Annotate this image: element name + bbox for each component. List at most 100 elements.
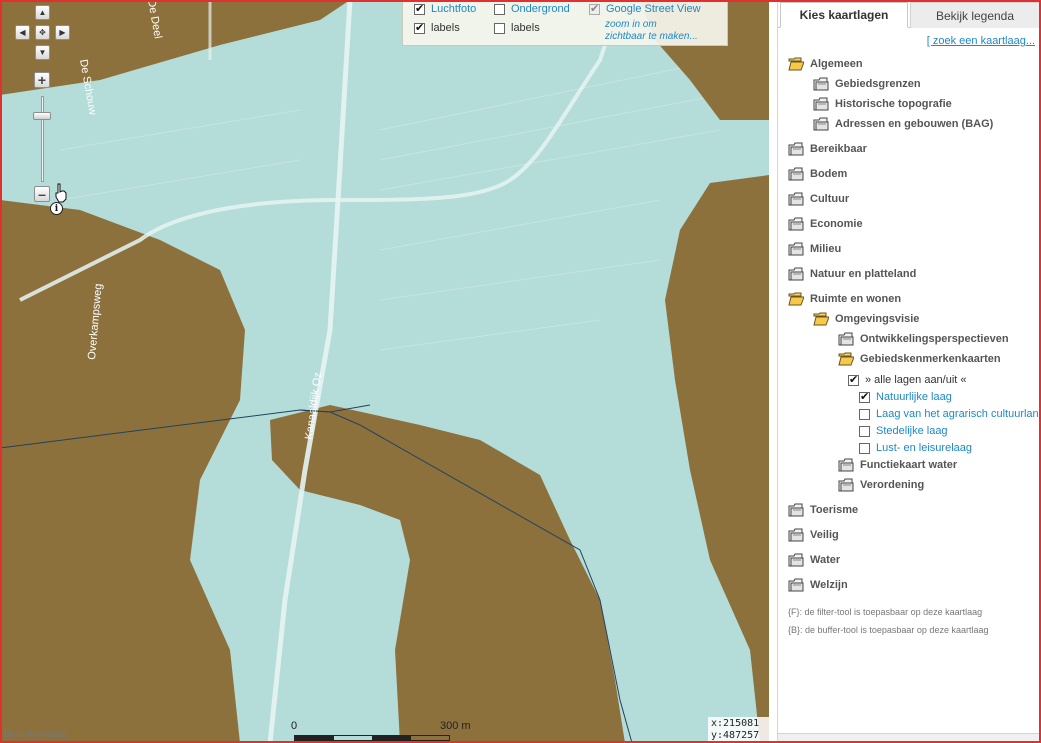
folder-icon[interactable] bbox=[813, 77, 829, 91]
pan-left-button[interactable]: ◀ bbox=[15, 25, 30, 40]
map-canvas[interactable]: De Schouw De Deel Overkampsweg Kanaaldij… bbox=[0, 0, 769, 743]
luchtfoto-toggle[interactable]: Luchtfoto bbox=[414, 2, 476, 15]
tree-item-label[interactable]: Algemeen bbox=[810, 58, 863, 70]
ondergrond-toggle[interactable]: Ondergrond bbox=[494, 3, 570, 15]
sublayer-lust-checkbox[interactable] bbox=[859, 442, 870, 454]
folder-icon[interactable] bbox=[788, 192, 804, 206]
tree-item-label[interactable]: Welzijn bbox=[810, 579, 848, 591]
tree-item-label[interactable]: Economie bbox=[810, 218, 863, 230]
tree-item-label[interactable]: Adressen en gebouwen (BAG) bbox=[835, 118, 993, 130]
sublayer-natuurlijke-label[interactable]: Natuurlijke laag bbox=[876, 391, 952, 403]
tree-item-functiekaart[interactable]: Functiekaart water bbox=[838, 458, 957, 472]
tree-item-label[interactable]: Verordening bbox=[860, 479, 924, 491]
zoom-in-button[interactable]: + bbox=[34, 72, 50, 88]
labels1-label[interactable]: labels bbox=[431, 22, 460, 34]
tree-item-label[interactable]: Natuur en platteland bbox=[810, 268, 916, 280]
labels1-checkbox[interactable] bbox=[414, 21, 425, 34]
tree-item-label[interactable]: Gebiedsgrenzen bbox=[835, 78, 921, 90]
ondergrond-checkbox[interactable] bbox=[494, 3, 505, 15]
tree-item-label[interactable]: Historische topografie bbox=[835, 98, 952, 110]
tree-item-water[interactable]: Water bbox=[788, 553, 840, 567]
labels2-toggle[interactable]: labels bbox=[494, 22, 540, 34]
tree-item-natuur[interactable]: Natuur en platteland bbox=[788, 267, 916, 281]
tree-item-label[interactable]: Veilig bbox=[810, 529, 839, 541]
labels1-toggle[interactable]: labels bbox=[414, 21, 460, 34]
sublayer-lust-label[interactable]: Lust- en leisurelaag bbox=[876, 442, 972, 454]
streetview-label[interactable]: Google Street View bbox=[606, 3, 701, 15]
tree-item-label[interactable]: Toerisme bbox=[810, 504, 858, 516]
tree-item-label[interactable]: Gebiedskenmerkenkaarten bbox=[860, 353, 1001, 365]
search-layer-link[interactable]: [ zoek een kaartlaag... bbox=[927, 35, 1035, 47]
streetview-checkbox[interactable] bbox=[589, 2, 600, 15]
sublayer-agrarisch[interactable]: Laag van het agrarisch cultuurlandschap bbox=[859, 408, 1041, 420]
tree-item-gebiedskenmerken[interactable]: Gebiedskenmerkenkaarten bbox=[838, 352, 1001, 366]
pan-center-button[interactable]: ✥ bbox=[35, 25, 50, 40]
tree-item-veilig[interactable]: Veilig bbox=[788, 528, 839, 542]
sublayer-agrarisch-label[interactable]: Laag van het agrarisch cultuurlandschap bbox=[876, 408, 1041, 420]
pan-up-button[interactable]: ▲ bbox=[35, 5, 50, 20]
folder-icon[interactable] bbox=[838, 478, 854, 492]
tree-item-cultuur[interactable]: Cultuur bbox=[788, 192, 849, 206]
tree-item-label[interactable]: Milieu bbox=[810, 243, 841, 255]
tree-item-toerisme[interactable]: Toerisme bbox=[788, 503, 858, 517]
sublayer-stedelijke[interactable]: Stedelijke laag bbox=[859, 425, 948, 437]
tree-item-adressen[interactable]: Adressen en gebouwen (BAG) bbox=[813, 117, 993, 131]
tree-item-label[interactable]: Bodem bbox=[810, 168, 847, 180]
tree-item-label[interactable]: Bereikbaar bbox=[810, 143, 867, 155]
folder-icon[interactable] bbox=[788, 242, 804, 256]
folder-icon[interactable] bbox=[788, 503, 804, 517]
folder-icon[interactable] bbox=[788, 578, 804, 592]
map-viewer[interactable]: De Schouw De Deel Overkampsweg Kanaaldij… bbox=[0, 0, 769, 743]
labels2-label[interactable]: labels bbox=[511, 22, 540, 34]
folder-open-icon[interactable] bbox=[788, 57, 804, 71]
luchtfoto-checkbox[interactable] bbox=[414, 2, 425, 15]
folder-icon[interactable] bbox=[813, 97, 829, 111]
folder-icon[interactable] bbox=[788, 553, 804, 567]
sublayer-lust[interactable]: Lust- en leisurelaag bbox=[859, 442, 972, 454]
sublayer-stedelijke-checkbox[interactable] bbox=[859, 425, 870, 437]
sublayer-all-label[interactable]: » alle lagen aan/uit « bbox=[865, 374, 967, 386]
sublayer-all-checkbox[interactable] bbox=[848, 373, 859, 386]
folder-open-icon[interactable] bbox=[813, 312, 829, 326]
tree-item-welzijn[interactable]: Welzijn bbox=[788, 578, 848, 592]
folder-icon[interactable] bbox=[788, 167, 804, 181]
tree-item-verordening[interactable]: Verordening bbox=[838, 478, 924, 492]
folder-icon[interactable] bbox=[788, 528, 804, 542]
tree-item-milieu[interactable]: Milieu bbox=[788, 242, 841, 256]
sublayer-natuurlijke-checkbox[interactable] bbox=[859, 390, 870, 403]
zoom-slider-track[interactable] bbox=[41, 96, 44, 182]
tree-item-gebiedsgrenzen[interactable]: Gebiedsgrenzen bbox=[813, 77, 921, 91]
tree-item-ruimte[interactable]: Ruimte en wonen bbox=[788, 292, 901, 306]
tree-item-bodem[interactable]: Bodem bbox=[788, 167, 847, 181]
folder-icon[interactable] bbox=[838, 332, 854, 346]
tree-item-label[interactable]: Cultuur bbox=[810, 193, 849, 205]
zoom-slider-thumb[interactable] bbox=[33, 112, 51, 120]
tree-item-historische[interactable]: Historische topografie bbox=[813, 97, 952, 111]
tree-item-label[interactable]: Ontwikkelingsperspectieven bbox=[860, 333, 1009, 345]
info-icon[interactable]: i bbox=[50, 202, 63, 215]
streetview-toggle[interactable]: Google Street View bbox=[589, 2, 701, 15]
tree-item-bereikbaar[interactable]: Bereikbaar bbox=[788, 142, 867, 156]
folder-open-icon[interactable] bbox=[838, 352, 854, 366]
folder-icon[interactable] bbox=[788, 142, 804, 156]
sublayer-agrarisch-checkbox[interactable] bbox=[859, 408, 870, 420]
tree-item-economie[interactable]: Economie bbox=[788, 217, 863, 231]
ondergrond-label[interactable]: Ondergrond bbox=[511, 3, 570, 15]
panel-horizontal-scrollbar[interactable] bbox=[778, 733, 1041, 743]
tab-bekijk-legenda[interactable]: Bekijk legenda bbox=[910, 2, 1040, 28]
folder-icon[interactable] bbox=[788, 217, 804, 231]
folder-open-icon[interactable] bbox=[788, 292, 804, 306]
search-layer-text[interactable]: zoek een kaartlaag... bbox=[933, 35, 1035, 47]
sublayer-all-toggle[interactable]: » alle lagen aan/uit « bbox=[848, 373, 967, 386]
tree-item-label[interactable]: Ruimte en wonen bbox=[810, 293, 901, 305]
folder-icon[interactable] bbox=[813, 117, 829, 131]
sublayer-natuurlijke[interactable]: Natuurlijke laag bbox=[859, 390, 952, 403]
luchtfoto-label[interactable]: Luchtfoto bbox=[431, 3, 476, 15]
tree-item-ontwikkeling[interactable]: Ontwikkelingsperspectieven bbox=[838, 332, 1009, 346]
sublayer-stedelijke-label[interactable]: Stedelijke laag bbox=[876, 425, 948, 437]
tree-item-label[interactable]: Functiekaart water bbox=[860, 459, 957, 471]
tab-kies-kaartlagen[interactable]: Kies kaartlagen bbox=[780, 2, 908, 28]
tree-item-label[interactable]: Water bbox=[810, 554, 840, 566]
pan-right-button[interactable]: ▶ bbox=[55, 25, 70, 40]
tree-item-algemeen[interactable]: Algemeen bbox=[788, 57, 863, 71]
